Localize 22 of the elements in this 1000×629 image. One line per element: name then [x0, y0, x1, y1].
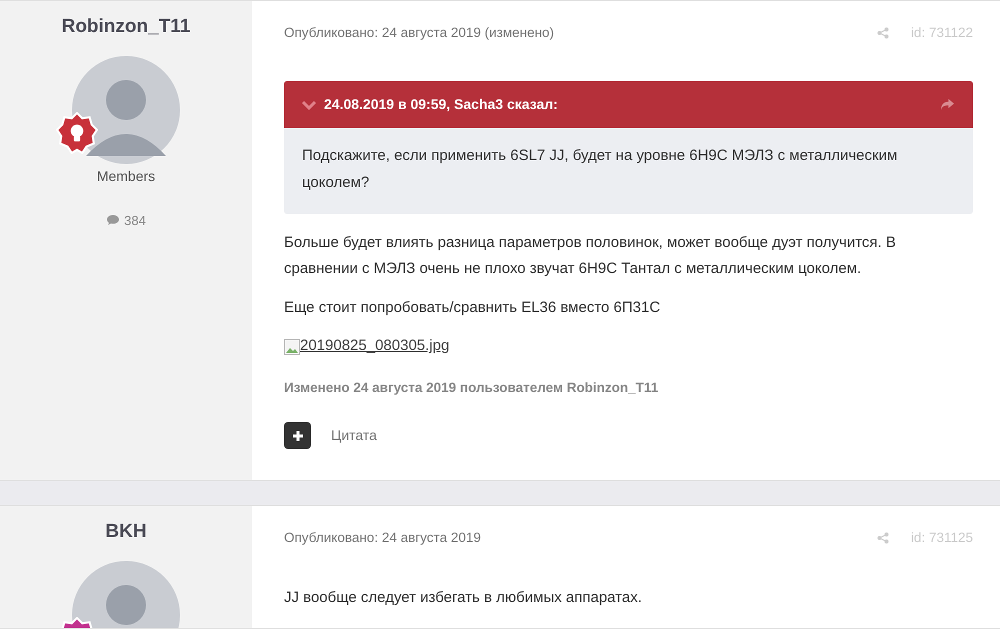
plus-icon	[292, 430, 304, 442]
comment-icon	[106, 214, 120, 226]
quote-text: Подскажите, если применить 6SL7 JJ, будет на уровне 6Н9С МЭЛЗ с металлическим цоколем?	[301, 146, 898, 194]
quote-link[interactable]: Цитата	[331, 425, 377, 446]
post-text: Больше будет влиять разница параметров половинок, может вообще дуэт получится. В сравнении с МЭЛЗ очень не плохо звучат 6Н9С Тантал с металлическим цоколем.	[284, 233, 897, 280]
share-icon[interactable]	[876, 27, 889, 40]
multiquote-button[interactable]	[284, 422, 311, 449]
post-text: Еще стоит попробовать/сравнить EL36 вместо 6П31С	[284, 298, 662, 318]
edit-note: Изменено 24 августа 2019 пользователем Robinzon_T11	[284, 378, 660, 397]
member-group: Members	[96, 166, 156, 186]
chevron-down-icon[interactable]	[302, 100, 316, 110]
post-date: Опубликовано: 24 августа 2019 (изменено)	[284, 24, 554, 42]
quote-citation: 24.08.2019 в 09:59, Sacha3 сказал:	[324, 95, 559, 114]
post-text: JJ вообще следует избегать в любимых аппаратах.	[284, 588, 643, 608]
post-count: 384	[124, 212, 146, 230]
post-date: Опубликовано: 24 августа 2019	[284, 529, 481, 547]
share-arrow-icon[interactable]	[940, 98, 955, 112]
attachment-link[interactable]: 20190825_080305.jpg	[300, 335, 450, 358]
author-name[interactable]: Robinzon_T11	[62, 13, 190, 42]
author-name[interactable]: BKH	[105, 518, 147, 546]
share-icon[interactable]	[876, 532, 889, 544]
broken-image-icon	[284, 338, 300, 354]
